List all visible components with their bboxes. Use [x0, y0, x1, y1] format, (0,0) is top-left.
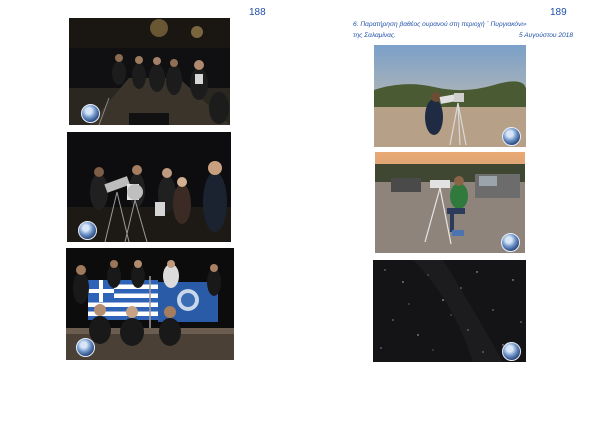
club-logo-icon	[502, 342, 521, 361]
photo-group-with-flags	[66, 248, 234, 360]
photo-man-at-telescope-dusk	[374, 45, 526, 147]
page-number-right: 189	[550, 7, 567, 18]
caption-line-1: 6. Παρατήρηση βαθέος ουρανού στη περιοχή…	[353, 21, 527, 28]
photo-caption: 6. Παρατήρηση βαθέος ουρανού στη περιοχή…	[353, 19, 573, 41]
photo-night-telescope-group	[67, 132, 231, 242]
right-page: 189 6. Παρατήρηση βαθέος ουρανού στη περ…	[300, 0, 600, 424]
club-logo-icon	[502, 127, 521, 146]
club-logo-icon	[76, 338, 95, 357]
photo-night-street-observers	[69, 18, 230, 125]
photo-starry-sky	[373, 260, 526, 362]
club-logo-icon	[78, 221, 97, 240]
page-number-left: 188	[249, 7, 266, 18]
club-logo-icon	[81, 104, 100, 123]
photo-seated-man-with-telescope	[375, 152, 525, 253]
caption-date: 5 Αυγούστου 2018	[518, 32, 573, 39]
club-logo-icon	[501, 233, 520, 252]
left-page: 188	[0, 0, 300, 424]
